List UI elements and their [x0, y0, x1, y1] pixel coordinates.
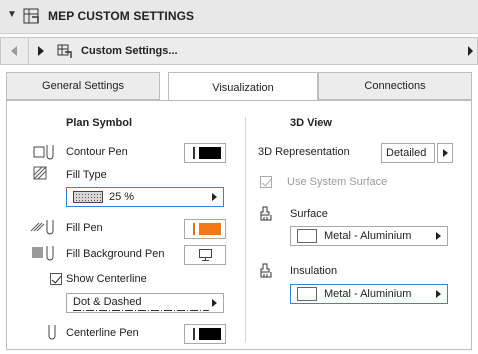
show-centerline-checkbox[interactable]: [50, 273, 62, 285]
custom-settings-label[interactable]: Custom Settings...: [81, 45, 178, 57]
panel-header[interactable]: ▼ MEP CUSTOM SETTINGS: [0, 0, 478, 34]
pen-weight-marker: [193, 328, 195, 340]
pen-weight-marker: [193, 223, 195, 235]
tab-visualization[interactable]: Visualization: [168, 72, 318, 102]
fill-background-pen-icon: [32, 246, 54, 261]
previous-button[interactable]: [1, 38, 29, 64]
3d-view-heading: 3D View: [290, 117, 332, 129]
next-button[interactable]: [29, 38, 53, 64]
dropdown-arrow-icon: [212, 299, 217, 307]
contour-pen-swatch: [199, 147, 221, 159]
dropdown-arrow-icon: [436, 232, 441, 240]
surface-label: Surface: [290, 208, 328, 220]
insulation-dropdown[interactable]: Metal - Aluminium: [290, 284, 448, 304]
centerline-pen-button[interactable]: [184, 324, 226, 344]
centerline-pen-swatch: [199, 328, 221, 340]
insulation-label: Insulation: [290, 265, 338, 277]
monitor-icon: [199, 249, 212, 261]
pen-weight-marker: [193, 147, 195, 159]
fill-pen-button[interactable]: [184, 219, 226, 239]
panel-title: MEP CUSTOM SETTINGS: [48, 9, 195, 23]
surface-material-swatch: [297, 229, 317, 243]
collapse-triangle-icon[interactable]: ▼: [7, 9, 17, 20]
dash-dot-line-preview: [73, 310, 209, 311]
tab-general-settings[interactable]: General Settings: [6, 72, 160, 100]
centerline-type-dropdown[interactable]: Dot & Dashed: [66, 293, 224, 313]
centerline-pen-label: Centerline Pen: [66, 327, 139, 339]
fill-background-pen-button[interactable]: [184, 245, 226, 265]
plan-symbol-heading: Plan Symbol: [66, 117, 133, 129]
dropdown-arrow-icon: [443, 149, 448, 157]
fill-pen-icon: [30, 220, 54, 235]
insulation-brush-icon: [260, 263, 272, 278]
fill-pattern-swatch-icon: [73, 191, 103, 203]
contour-pen-label: Contour Pen: [66, 146, 128, 158]
tab-connections[interactable]: Connections: [318, 72, 472, 100]
surface-brush-icon: [260, 206, 272, 221]
3d-representation-arrow-button[interactable]: [437, 143, 453, 163]
use-system-surface-label: Use System Surface: [287, 176, 388, 188]
centerline-pen-icon: [48, 325, 56, 340]
insulation-material-swatch: [297, 287, 317, 301]
fill-pen-label: Fill Pen: [66, 222, 103, 234]
insulation-value: Metal - Aluminium: [324, 288, 412, 300]
fill-background-pen-label: Fill Background Pen: [66, 248, 165, 260]
centerline-type-value: Dot & Dashed: [73, 296, 142, 308]
fill-pen-swatch: [199, 223, 221, 235]
expand-arrow-icon[interactable]: [468, 46, 473, 56]
3d-representation-value: Detailed: [386, 147, 427, 159]
dropdown-arrow-icon: [212, 193, 217, 201]
fill-type-value: 25 %: [109, 191, 135, 203]
column-divider: [245, 117, 246, 343]
3d-representation-dropdown[interactable]: Detailed: [381, 143, 435, 163]
3d-representation-label: 3D Representation: [258, 146, 350, 158]
fill-type-dropdown[interactable]: 25 %: [66, 187, 224, 207]
show-centerline-label: Show Centerline: [66, 273, 147, 285]
contour-pen-button[interactable]: [184, 143, 226, 163]
fill-type-label: Fill Type: [66, 169, 107, 181]
custom-settings-icon: [57, 44, 72, 58]
mep-settings-icon: [23, 8, 39, 24]
settings-navigator: Custom Settings...: [0, 37, 478, 65]
contour-pen-icon: [33, 145, 54, 160]
fill-type-icon: [33, 166, 47, 180]
dropdown-arrow-icon: [436, 290, 441, 298]
surface-dropdown[interactable]: Metal - Aluminium: [290, 226, 448, 246]
use-system-surface-checkbox[interactable]: [260, 176, 272, 188]
surface-value: Metal - Aluminium: [324, 230, 412, 242]
